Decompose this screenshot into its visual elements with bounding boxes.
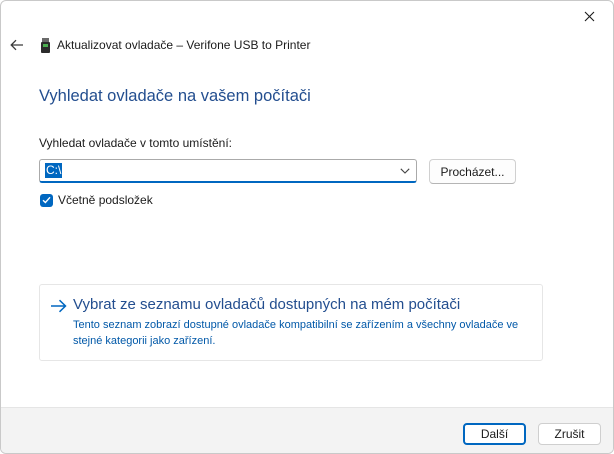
chevron-down-icon[interactable] [398,164,412,178]
path-input[interactable]: C:\ [45,163,63,178]
path-combobox[interactable]: C:\ [39,159,417,183]
include-subfolders-checkbox[interactable] [40,193,53,207]
dialog-title: Aktualizovat ovladače – Verifone USB to … [57,38,311,52]
pick-from-list-title[interactable]: Vybrat ze seznamu ovladačů dostupných na… [73,296,460,313]
close-button[interactable] [574,4,604,28]
cancel-button[interactable]: Zrušit [538,423,601,445]
page-heading: Vyhledat ovladače na vašem počítači [39,87,311,105]
close-icon [584,11,594,21]
checkmark-icon [42,196,51,204]
dialog-title-bar: Aktualizovat ovladače – Verifone USB to … [39,37,310,53]
pick-from-list-description: Tento seznam zobrazí dostupné ovladače k… [73,319,519,347]
next-button[interactable]: Další [463,423,526,445]
update-driver-dialog: Aktualizovat ovladače – Verifone USB to … [0,0,614,454]
include-subfolders-option[interactable]: Včetně podsložek [40,193,153,207]
pick-from-list-option[interactable]: Vybrat ze seznamu ovladačů dostupných na… [39,284,543,361]
include-subfolders-label: Včetně podsložek [58,193,153,207]
back-arrow-icon [10,39,23,51]
location-label: Vyhledat ovladače v tomto umístění: [39,136,232,150]
usb-device-icon [39,37,51,53]
dialog-footer: Další Zrušit [1,407,613,453]
back-button[interactable] [7,35,27,55]
arrow-right-icon [48,297,68,315]
browse-button[interactable]: Procházet... [429,159,516,184]
